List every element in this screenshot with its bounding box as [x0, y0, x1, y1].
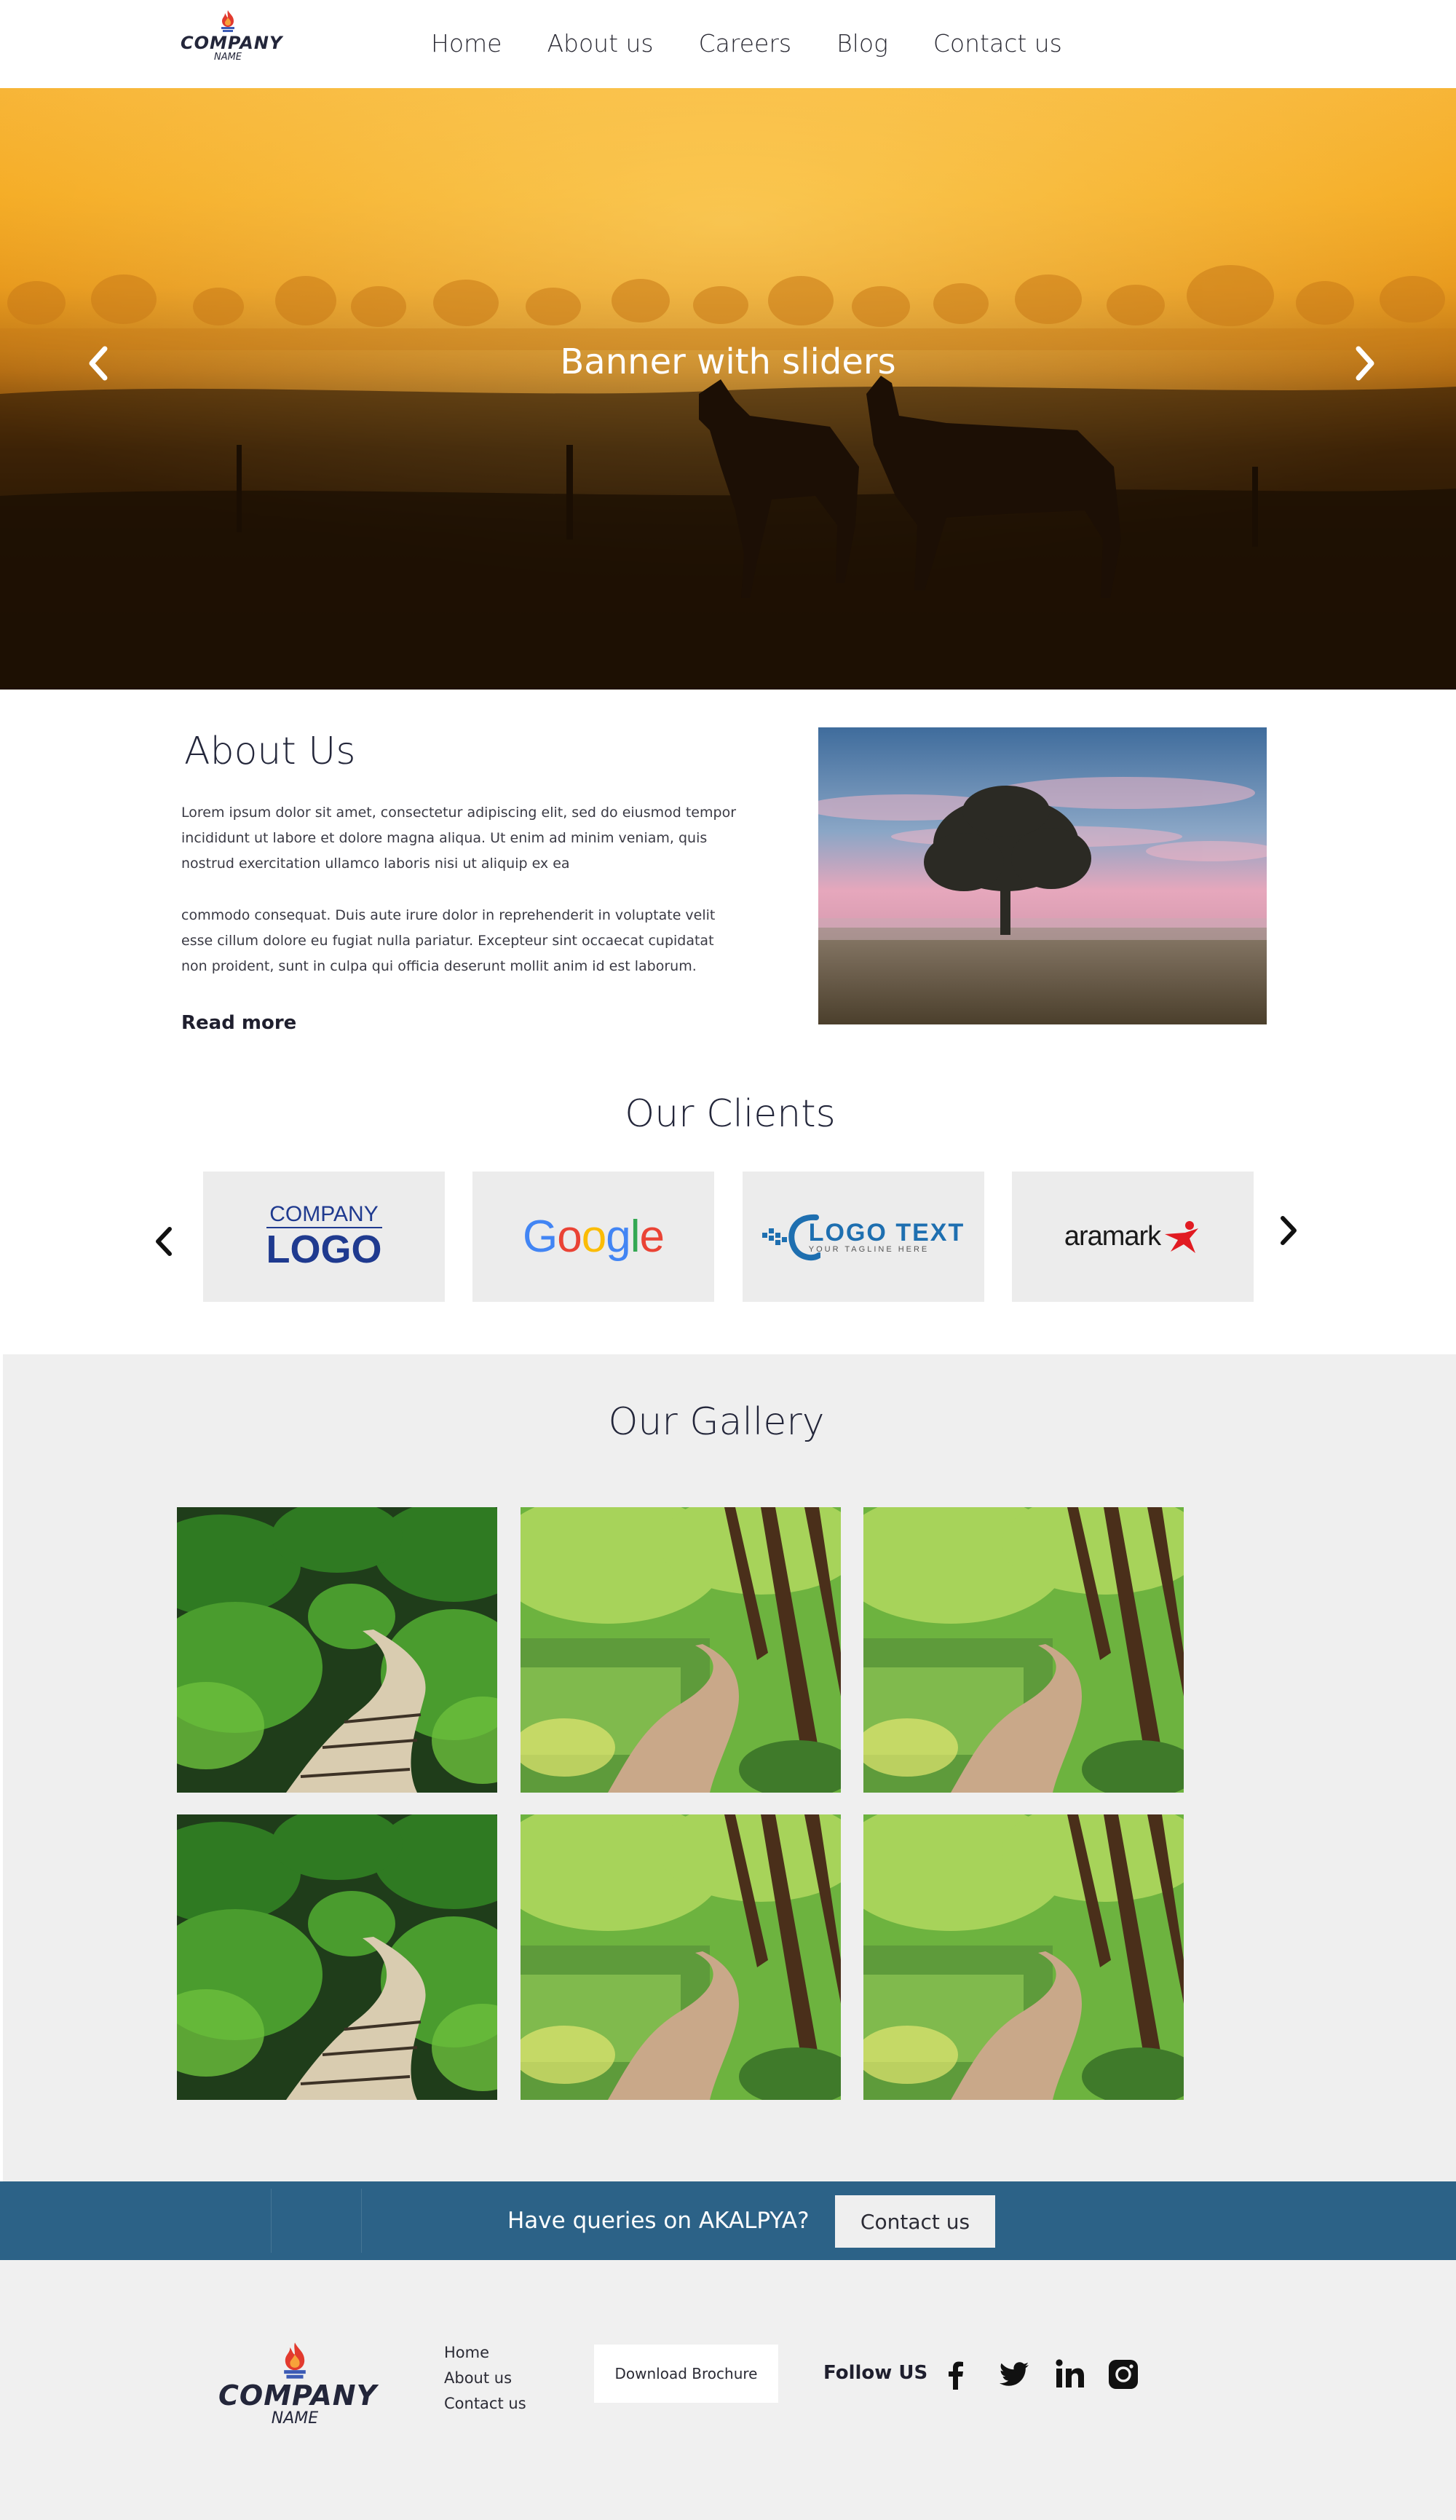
download-brochure-button[interactable]: Download Brochure	[594, 2345, 778, 2403]
facebook-icon[interactable]	[939, 2358, 973, 2391]
aramark-star-icon	[1165, 1220, 1199, 1253]
aramark-wordmark: aramark	[1064, 1221, 1161, 1252]
about-title: About Us	[184, 730, 356, 773]
footer-logo-line-2: NAME	[271, 2409, 319, 2428]
about-tree-image	[818, 727, 1267, 1024]
footer-link-about-us[interactable]: About us	[444, 2366, 526, 2391]
client-company-logo[interactable]: COMPANY LOGO	[203, 1172, 445, 1302]
footer-link-contact-us[interactable]: Contact us	[444, 2391, 526, 2417]
company-logo-mark: COMPANY LOGO	[266, 1203, 382, 1271]
instagram-icon[interactable]	[1107, 2358, 1140, 2391]
footer-logo[interactable]: COMPANY NAME	[218, 2340, 378, 2428]
about-paragraph-2: commodo consequat. Duis aute irure dolor…	[181, 907, 716, 974]
logo-text-main: LOGO TEXT	[808, 1218, 965, 1247]
cta-divider	[271, 2189, 272, 2253]
site-header: COMPANY NAME Home About us Careers Blog …	[0, 0, 1456, 88]
nav-careers[interactable]: Careers	[699, 29, 791, 58]
gallery-section: Our Gallery	[3, 1354, 1456, 2181]
footer-link-home[interactable]: Home	[444, 2340, 526, 2366]
google-letter: o	[581, 1212, 606, 1262]
nav-blog[interactable]: Blog	[836, 29, 888, 58]
gallery-title: Our Gallery	[608, 1400, 825, 1444]
flame-logo-icon	[221, 10, 234, 32]
cta-text: Have queries on AKALPYA?	[507, 2208, 810, 2234]
gallery-image-2[interactable]	[521, 1507, 841, 1793]
gallery-image-4[interactable]	[177, 1814, 497, 2100]
cta-divider	[361, 2189, 362, 2253]
logo-line-1: COMPANY	[181, 33, 283, 53]
logo-text-wordmark: LOGO TEXT YOUR TAGLINE HERE	[809, 1220, 965, 1254]
client-company-bottom: LOGO	[266, 1227, 382, 1271]
google-letter: l	[630, 1212, 641, 1262]
clients-next-arrow-icon[interactable]	[1274, 1212, 1303, 1249]
banner-next-arrow-icon[interactable]	[1347, 341, 1383, 385]
read-more-link[interactable]: Read more	[181, 1012, 296, 1034]
footer-links: Home About us Contact us	[444, 2340, 526, 2417]
about-paragraph-1: Lorem ipsum dolor sit amet, consectetur …	[181, 805, 737, 872]
follow-us-label: Follow US	[823, 2362, 928, 2384]
linkedin-icon[interactable]	[1053, 2358, 1087, 2391]
company-logo[interactable]: COMPANY NAME	[181, 9, 283, 70]
logo-line-2: NAME	[213, 52, 242, 63]
twitter-icon[interactable]	[997, 2358, 1030, 2391]
google-letter: G	[523, 1212, 558, 1262]
client-google[interactable]: Google	[472, 1172, 714, 1302]
nav-contact-us[interactable]: Contact us	[933, 29, 1062, 58]
footer-logo-line-1: COMPANY	[218, 2379, 378, 2412]
nav-about-us[interactable]: About us	[547, 29, 653, 58]
banner-landscape-image	[0, 88, 1456, 690]
main-nav: Home About us Careers Blog Contact us	[431, 29, 1107, 58]
client-company-top: COMPANY	[266, 1203, 382, 1228]
banner-title: Banner with sliders	[560, 341, 896, 382]
google-letter: e	[639, 1212, 664, 1262]
banner-prev-arrow-icon[interactable]	[80, 341, 116, 385]
gallery-image-3[interactable]	[863, 1507, 1184, 1793]
gallery-image-6[interactable]	[863, 1814, 1184, 2100]
gallery-image-1[interactable]	[177, 1507, 497, 1793]
client-logo-text[interactable]: LOGO TEXT YOUR TAGLINE HERE	[743, 1172, 984, 1302]
google-wordmark: Google	[523, 1211, 665, 1263]
gallery-image-5[interactable]	[521, 1814, 841, 2100]
flame-logo-icon	[284, 2342, 306, 2379]
google-letter: o	[557, 1212, 582, 1262]
site-footer: COMPANY NAME Home About us Contact us Do…	[0, 2260, 1456, 2520]
nav-home[interactable]: Home	[431, 29, 502, 58]
cta-contact-button[interactable]: Contact us	[835, 2195, 995, 2248]
client-aramark[interactable]: aramark	[1012, 1172, 1254, 1302]
cta-band: Have queries on AKALPYA? Contact us	[0, 2181, 1456, 2260]
hero-banner: Banner with sliders	[0, 88, 1456, 690]
google-letter: g	[606, 1212, 630, 1262]
clients-title: Our Clients	[625, 1092, 836, 1136]
clients-prev-arrow-icon[interactable]	[149, 1223, 178, 1260]
